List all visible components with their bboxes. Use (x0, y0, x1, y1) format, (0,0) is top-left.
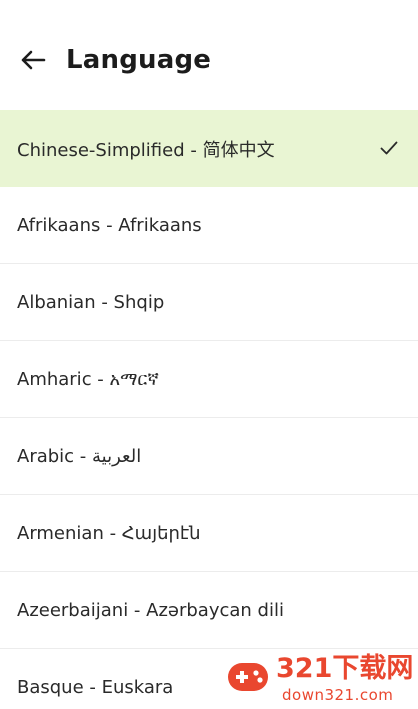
language-label: Armenian - Հայերէն (17, 522, 201, 544)
app-bar: Language (0, 0, 418, 110)
language-label: Azeerbaijani - Azərbaycan dili (17, 599, 284, 621)
language-list: Chinese-Simplified - 简体中文 Afrikaans - Af… (0, 110, 418, 709)
language-label: Basque - Euskara (17, 676, 174, 698)
language-item-armenian[interactable]: Armenian - Հայերէն (0, 495, 418, 572)
language-screen: Language Chinese-Simplified - 简体中文 Afrik… (0, 0, 418, 709)
language-item-albanian[interactable]: Albanian - Shqip (0, 264, 418, 341)
language-item-chinese-simplified[interactable]: Chinese-Simplified - 简体中文 (0, 110, 418, 187)
check-icon (380, 141, 398, 155)
language-item-afrikaans[interactable]: Afrikaans - Afrikaans (0, 187, 418, 264)
language-label: Chinese-Simplified - 简体中文 (17, 139, 275, 161)
language-item-amharic[interactable]: Amharic - አማርኛ (0, 341, 418, 418)
language-item-arabic[interactable]: Arabic - العربية (0, 418, 418, 495)
language-label: Arabic - العربية (17, 445, 142, 467)
language-label: Afrikaans - Afrikaans (17, 214, 202, 236)
arrow-left-icon (21, 50, 46, 70)
language-label: Amharic - አማርኛ (17, 368, 159, 390)
language-label: Albanian - Shqip (17, 291, 165, 313)
language-item-basque[interactable]: Basque - Euskara (0, 649, 418, 709)
language-item-azeerbaijani[interactable]: Azeerbaijani - Azərbaycan dili (0, 572, 418, 649)
page-title: Language (66, 45, 212, 75)
back-button[interactable] (14, 41, 52, 79)
